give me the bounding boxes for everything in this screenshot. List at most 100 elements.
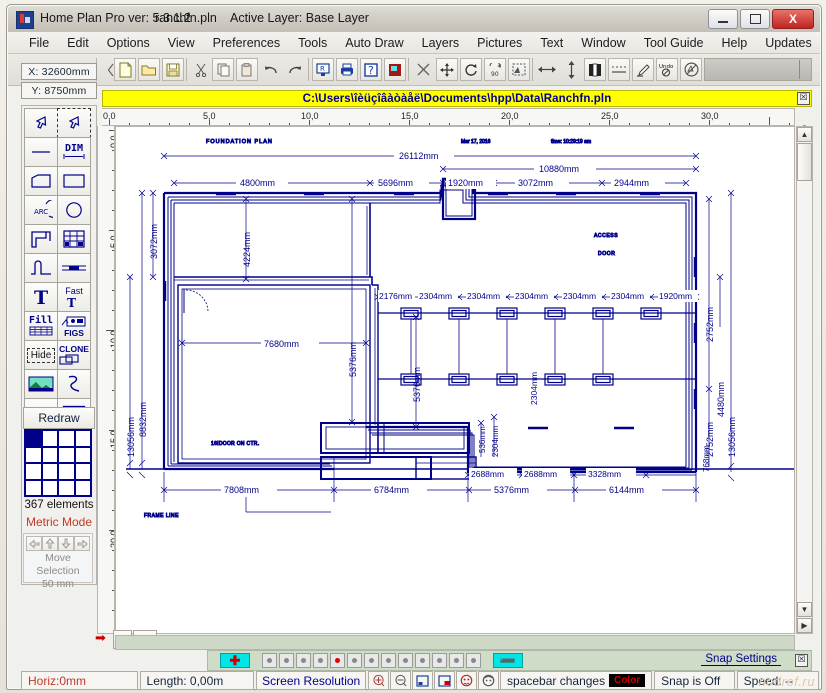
- swatch[interactable]: [25, 479, 42, 496]
- move-up-button[interactable]: [42, 536, 58, 551]
- save-file-button[interactable]: [162, 58, 184, 81]
- menu-tool-guide[interactable]: Tool Guide: [635, 34, 713, 52]
- undo-all-button[interactable]: Undo: [656, 58, 678, 81]
- pan-face-icon[interactable]: [456, 671, 478, 690]
- zoom-step-3[interactable]: [296, 653, 311, 668]
- scroll-down-button[interactable]: ▼: [797, 602, 812, 617]
- figures-tool[interactable]: FIGS: [57, 311, 91, 341]
- rotate-button[interactable]: [460, 58, 482, 81]
- paste-button[interactable]: [236, 58, 258, 81]
- zoom-in-icon[interactable]: [368, 671, 390, 690]
- move-right-button[interactable]: [74, 536, 90, 551]
- redraw-button[interactable]: Redraw: [23, 407, 95, 429]
- swatch[interactable]: [74, 446, 91, 463]
- cancel-tool-button[interactable]: [680, 58, 702, 81]
- open-file-button[interactable]: [138, 58, 160, 81]
- scroll-up-button[interactable]: ▲: [797, 127, 812, 142]
- menu-preferences[interactable]: Preferences: [204, 34, 289, 52]
- select-area-button[interactable]: [508, 58, 530, 81]
- horizontal-resize-button[interactable]: [536, 58, 558, 81]
- swatch[interactable]: [41, 479, 58, 496]
- menu-options[interactable]: Options: [98, 34, 159, 52]
- select-group-tool[interactable]: [57, 108, 91, 138]
- zoom-step-2[interactable]: [279, 653, 294, 668]
- snap-state-readout[interactable]: Snap is Off: [654, 671, 735, 690]
- zoom-step-4[interactable]: [313, 653, 328, 668]
- menu-view[interactable]: View: [159, 34, 204, 52]
- menu-layers[interactable]: Layers: [413, 34, 469, 52]
- copy-button[interactable]: [212, 58, 234, 81]
- swatch[interactable]: [58, 446, 75, 463]
- picture-tool[interactable]: [24, 369, 58, 399]
- move-down-button[interactable]: [58, 536, 74, 551]
- zoom-step-10[interactable]: [415, 653, 430, 668]
- snap-settings-link[interactable]: Snap Settings: [701, 653, 781, 666]
- minimize-button[interactable]: [708, 9, 738, 29]
- help-button[interactable]: ?: [360, 58, 382, 81]
- redo-button[interactable]: [284, 58, 306, 81]
- zoom-step-12[interactable]: [449, 653, 464, 668]
- vertical-scroll-thumb[interactable]: [797, 143, 812, 181]
- swatch[interactable]: [58, 463, 75, 480]
- rectangle-tool[interactable]: [57, 166, 91, 196]
- beam-tool[interactable]: [57, 253, 91, 283]
- menu-help[interactable]: Help: [712, 34, 756, 52]
- zoom-step-11[interactable]: [432, 653, 447, 668]
- scroll-page-down-button[interactable]: ▶: [797, 618, 812, 633]
- vertical-ruler[interactable]: 0,0 5,0 10,0 15,0 20,0: [97, 126, 115, 634]
- swatch[interactable]: [74, 430, 91, 447]
- layer-fill-button[interactable]: [584, 58, 606, 81]
- swatch[interactable]: [58, 430, 75, 447]
- zoom-step-6[interactable]: [347, 653, 362, 668]
- color-chip[interactable]: Color: [609, 674, 646, 687]
- window-grid-tool[interactable]: [57, 224, 91, 254]
- swatch[interactable]: [41, 463, 58, 480]
- eyedropper-button[interactable]: [632, 58, 654, 81]
- hand-face-icon[interactable]: [478, 671, 500, 690]
- cut-button[interactable]: [190, 58, 212, 81]
- file-path-close-icon[interactable]: ☒: [797, 92, 810, 105]
- zoom-out-step-button[interactable]: ➖: [493, 653, 523, 668]
- zoom-in-step-button[interactable]: ✚: [220, 653, 250, 668]
- swatch[interactable]: [58, 479, 75, 496]
- screen-resolution-button[interactable]: Screen Resolution: [256, 671, 367, 690]
- clone-tool[interactable]: CLONE: [57, 340, 91, 370]
- zoom-step-8[interactable]: [381, 653, 396, 668]
- menu-auto-draw[interactable]: Auto Draw: [336, 34, 412, 52]
- spacebar-hint[interactable]: spacebar changes Color: [500, 671, 653, 690]
- close-button[interactable]: X: [772, 9, 814, 29]
- rotate-90-button[interactable]: 90: [484, 58, 506, 81]
- screen-preview-button[interactable]: R: [312, 58, 334, 81]
- hide-tool[interactable]: Hide: [24, 340, 58, 370]
- fill-tool[interactable]: Fill: [24, 311, 58, 341]
- zoom-out-icon[interactable]: [390, 671, 412, 690]
- fit-to-window-icon[interactable]: [412, 671, 434, 690]
- freehand-tool[interactable]: [57, 369, 91, 399]
- menu-edit[interactable]: Edit: [58, 34, 98, 52]
- swatch[interactable]: [74, 479, 91, 496]
- zoom-bar-close-icon[interactable]: ☒: [795, 654, 808, 667]
- menu-pictures[interactable]: Pictures: [468, 34, 531, 52]
- fast-text-tool[interactable]: Fast T: [57, 282, 91, 312]
- zoom-step-1[interactable]: [262, 653, 277, 668]
- vertical-resize-button[interactable]: [560, 58, 582, 81]
- zoom-step-9[interactable]: [398, 653, 413, 668]
- swatch[interactable]: [41, 446, 58, 463]
- vertical-scrollbar[interactable]: ▲ ▼ ▶: [796, 126, 813, 634]
- drawing-canvas[interactable]: FOUNDATION PLAN Mar 17, 2016 time: 10:29…: [115, 126, 795, 634]
- menu-tools[interactable]: Tools: [289, 34, 336, 52]
- horizontal-ruler[interactable]: 0,0 5,0 10,0 15,0 20,0 25,0 30,0: [102, 108, 795, 126]
- menu-updates[interactable]: Updates: [756, 34, 821, 52]
- swatch[interactable]: [41, 430, 58, 447]
- menu-text[interactable]: Text: [531, 34, 572, 52]
- swatch[interactable]: [25, 446, 42, 463]
- maximize-button[interactable]: [740, 9, 770, 29]
- text-tool[interactable]: T: [24, 282, 58, 312]
- zoom-window-icon[interactable]: [434, 671, 456, 690]
- zoom-step-5-active[interactable]: [330, 653, 345, 668]
- line-tool[interactable]: [24, 137, 58, 167]
- dimension-tool[interactable]: DIM: [57, 137, 91, 167]
- swatch[interactable]: [74, 463, 91, 480]
- circle-tool[interactable]: [57, 195, 91, 225]
- dashed-line-button[interactable]: [608, 58, 630, 81]
